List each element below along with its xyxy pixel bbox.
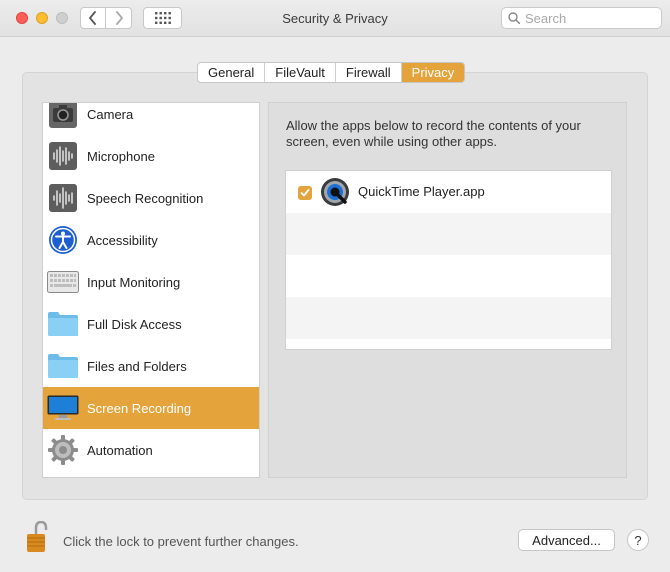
app-list: QuickTime Player.app <box>285 170 612 350</box>
checkmark-icon <box>300 189 310 197</box>
sidebar-item-label: Speech Recognition <box>87 190 204 206</box>
app-name: QuickTime Player.app <box>358 184 485 199</box>
search-field[interactable] <box>501 7 662 29</box>
lock-button[interactable] <box>26 520 50 553</box>
sidebar-item-input-monitoring[interactable]: Input Monitoring <box>43 261 259 303</box>
sidebar-item-camera[interactable]: Camera <box>43 103 259 135</box>
tab-bar: General FileVault Firewall Privacy <box>197 62 466 83</box>
sidebar-item-accessibility[interactable]: Accessibility <box>43 219 259 261</box>
gear-icon <box>47 434 79 466</box>
accessibility-icon <box>47 224 79 256</box>
sidebar-item-microphone[interactable]: Microphone <box>43 135 259 177</box>
search-input[interactable] <box>525 10 655 26</box>
keyboard-icon <box>47 266 79 298</box>
sidebar-item-label: Automation <box>87 442 153 458</box>
tab-filevault[interactable]: FileVault <box>265 63 336 82</box>
sidebar-item-label: Camera <box>87 106 134 122</box>
sidebar-item-label: Accessibility <box>87 232 158 248</box>
sidebar-item-label: Files and Folders <box>87 358 187 374</box>
advanced-button[interactable]: Advanced... <box>518 529 615 551</box>
title-bar: Security & Privacy <box>0 0 670 37</box>
folder-icon <box>47 350 79 382</box>
tab-general[interactable]: General <box>198 63 266 82</box>
privacy-category-list: Camera Microphone Speech Recognition Acc… <box>42 102 260 478</box>
empty-row <box>286 297 611 339</box>
empty-row <box>286 213 611 255</box>
empty-row <box>286 255 611 297</box>
search-icon <box>508 12 520 24</box>
sidebar-item-full-disk-access[interactable]: Full Disk Access <box>43 303 259 345</box>
privacy-detail-pane: Allow the apps below to record the conte… <box>268 102 627 478</box>
sidebar-item-screen-recording[interactable]: Screen Recording <box>43 387 259 429</box>
speech-recognition-icon <box>47 182 79 214</box>
help-button[interactable]: ? <box>627 529 649 551</box>
app-enable-checkbox[interactable] <box>298 186 312 200</box>
sidebar-item-automation[interactable]: Automation <box>43 429 259 471</box>
display-icon <box>47 392 79 424</box>
microphone-icon <box>47 140 79 172</box>
lock-status-text: Click the lock to prevent further change… <box>63 534 299 549</box>
unlocked-padlock-icon <box>27 520 48 552</box>
camera-icon <box>47 103 79 130</box>
tab-firewall[interactable]: Firewall <box>336 63 402 82</box>
folder-icon <box>47 308 79 340</box>
sidebar-item-speech-recognition[interactable]: Speech Recognition <box>43 177 259 219</box>
quicktime-icon <box>320 177 350 207</box>
screen-recording-description: Allow the apps below to record the conte… <box>286 118 581 149</box>
tab-privacy[interactable]: Privacy <box>401 63 465 82</box>
sidebar-item-label: Input Monitoring <box>87 274 181 290</box>
sidebar-item-label: Microphone <box>87 148 155 164</box>
sidebar-item-files-and-folders[interactable]: Files and Folders <box>43 345 259 387</box>
sidebar-item-label: Screen Recording <box>87 400 192 416</box>
list-item[interactable]: QuickTime Player.app <box>286 171 611 213</box>
sidebar-item-label: Full Disk Access <box>87 316 182 332</box>
